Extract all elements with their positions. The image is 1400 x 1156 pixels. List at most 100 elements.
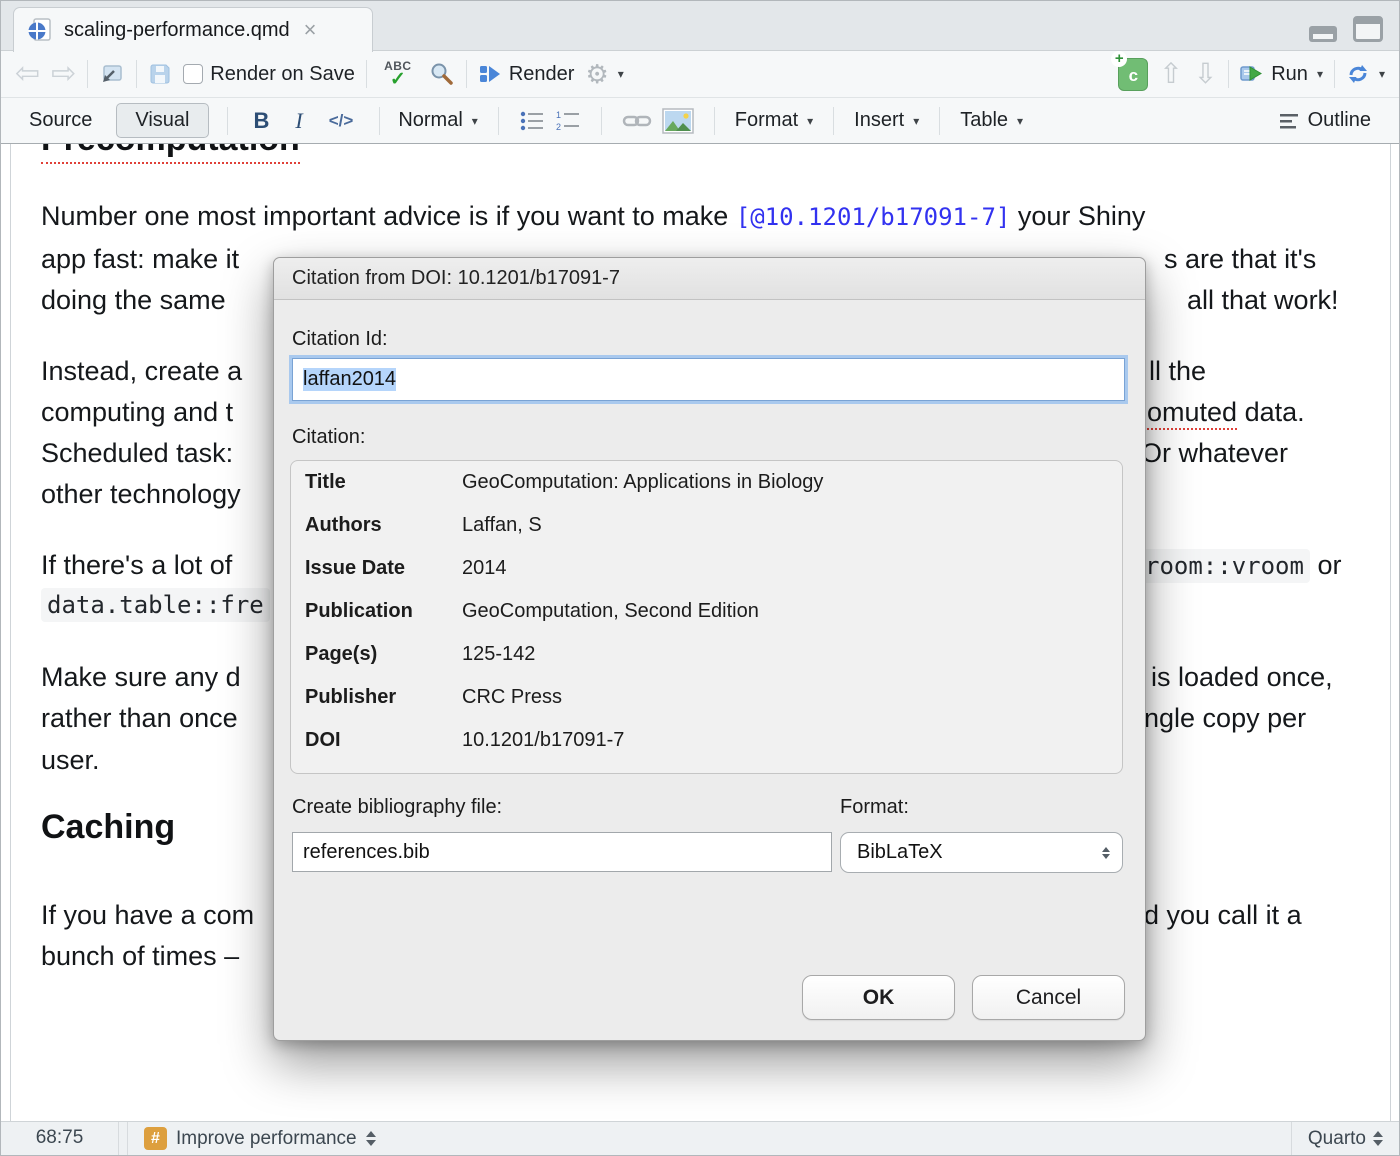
doc-line: Or whatever	[1141, 438, 1288, 469]
heading-caching: Caching	[41, 808, 175, 847]
doc-line: Scheduled task:	[41, 438, 241, 469]
format-menu[interactable]: Format ▾	[735, 109, 813, 132]
insert-chunk-button[interactable]: c +	[1118, 58, 1148, 91]
forward-icon[interactable]: ⇨	[51, 59, 76, 89]
svg-text:2: 2	[556, 122, 561, 132]
doc-line: all that work!	[1187, 285, 1339, 316]
bibliography-file-label: Create bibliography file:	[292, 796, 502, 819]
code-button[interactable]: </>	[329, 111, 354, 131]
citation-field-row: Publication GeoComputation, Second Editi…	[305, 600, 1108, 643]
table-menu[interactable]: Table ▾	[960, 109, 1023, 132]
save-icon[interactable]	[148, 62, 172, 86]
citation-field-row: Authors Laffan, S	[305, 514, 1108, 557]
doc-line: other technology	[41, 479, 241, 510]
pane-border-left	[10, 144, 11, 1121]
cancel-button[interactable]: Cancel	[972, 975, 1125, 1020]
doc-line: data.table::fre	[41, 589, 270, 620]
link-icon[interactable]	[622, 109, 652, 133]
format-label: Format:	[840, 796, 909, 819]
numbered-list-icon[interactable]: 1 2	[555, 109, 581, 133]
chevron-down-icon: ▾	[472, 114, 478, 128]
bibliography-file-input[interactable]: references.bib	[292, 832, 832, 872]
bold-button[interactable]: B	[254, 108, 270, 134]
run-next-icon[interactable]: ⇩	[1194, 60, 1217, 88]
section-navigator[interactable]: # Improve performance	[127, 1122, 392, 1155]
doc-line: ngle copy per	[1144, 703, 1306, 734]
maximize-icon[interactable]	[1353, 16, 1383, 42]
doc-line: d you call it a	[1144, 900, 1302, 931]
outline-label: Outline	[1308, 109, 1371, 132]
citation-label: Citation:	[292, 426, 365, 449]
source-rerun-button[interactable]: ▾	[1346, 62, 1385, 86]
doc-line: user.	[41, 745, 100, 776]
main-toolbar: ⇦ ⇨ Render on Save ABC ✓	[1, 51, 1399, 98]
section-name: Improve performance	[176, 1128, 357, 1150]
doc-line: s are that it's	[1164, 244, 1316, 275]
insert-menu[interactable]: Insert ▾	[854, 109, 919, 132]
citation-field-row: Title GeoComputation: Applications in Bi…	[305, 471, 1108, 514]
engine-chevrons-icon	[1373, 1131, 1383, 1146]
divider	[1228, 60, 1229, 88]
doc-line: bunch of times –	[41, 941, 239, 972]
bullet-list-icon[interactable]	[519, 109, 545, 133]
doc-line: computing and t	[41, 397, 233, 428]
doc-line: room::vroom or	[1139, 550, 1341, 581]
doc-line: If there's a lot of	[41, 550, 232, 581]
gear-icon: ⚙	[585, 61, 608, 87]
divider	[87, 60, 88, 88]
plus-icon: +	[1111, 51, 1127, 67]
citation-field-row: Issue Date 2014	[305, 557, 1108, 600]
citation-id-label: Citation Id:	[292, 328, 388, 351]
tab-close-icon[interactable]: ×	[304, 17, 317, 43]
source-mode-button[interactable]: Source	[29, 109, 92, 132]
doc-line: doing the same	[41, 285, 233, 316]
divider	[366, 60, 367, 88]
spellcheck-icon[interactable]: ABC ✓	[378, 60, 418, 89]
pane-border-right	[1390, 144, 1391, 1121]
doc-line: is loaded once,	[1151, 662, 1333, 693]
citation-id-input[interactable]: laffan2014	[292, 358, 1125, 401]
image-icon[interactable]	[662, 108, 694, 134]
render-options-button[interactable]: ⚙ ▾	[585, 61, 623, 87]
doc-line: Number one most important advice is if y…	[41, 201, 1145, 232]
render-on-save-toggle[interactable]: Render on Save	[183, 63, 355, 86]
doc-line: Instead, create a	[41, 356, 242, 387]
svg-text:1: 1	[556, 110, 561, 120]
doc-line: app fast: make it	[41, 244, 239, 275]
divider	[833, 107, 834, 135]
render-on-save-checkbox[interactable]	[183, 64, 203, 84]
italic-button[interactable]: I	[295, 108, 302, 134]
doc-line: Make sure any d	[41, 662, 241, 693]
tab-scaling-performance[interactable]: scaling-performance.qmd ×	[13, 7, 373, 52]
engine-name: Quarto	[1308, 1128, 1366, 1150]
chevron-down-icon: ▾	[1379, 67, 1385, 81]
document-type-selector[interactable]: Quarto	[1291, 1122, 1399, 1155]
minimize-icon[interactable]	[1309, 26, 1337, 42]
outline-toggle[interactable]: Outline	[1277, 109, 1371, 132]
render-button[interactable]: Render	[478, 62, 575, 86]
doc-line: rather than once	[41, 703, 238, 734]
divider	[227, 107, 228, 135]
outline-icon	[1277, 111, 1301, 131]
back-icon[interactable]: ⇦	[15, 59, 40, 89]
render-on-save-label: Render on Save	[210, 63, 355, 86]
heading-hash-icon: #	[144, 1127, 167, 1150]
run-label: Run	[1271, 63, 1308, 86]
citation-field-row: Page(s) 125-142	[305, 643, 1108, 686]
citation-token[interactable]: [@10.1201/b17091-7]	[736, 203, 1011, 231]
divider	[714, 107, 715, 135]
ok-button[interactable]: OK	[802, 975, 955, 1020]
citation-from-doi-dialog: Citation from DOI: 10.1201/b17091-7 Cita…	[273, 257, 1146, 1041]
render-label: Render	[509, 63, 575, 86]
search-icon[interactable]	[429, 61, 455, 87]
format-select[interactable]: BibLaTeX	[840, 832, 1123, 873]
paragraph-style-dropdown[interactable]: Normal ▾	[398, 109, 477, 132]
divider	[379, 107, 380, 135]
run-previous-icon[interactable]: ⇧	[1159, 60, 1182, 88]
open-in-new-window-icon[interactable]	[99, 61, 125, 87]
chevron-down-icon: ▾	[618, 67, 624, 81]
inline-code: data.table::fre	[41, 588, 270, 622]
run-button[interactable]: Run ▾	[1240, 63, 1323, 86]
cursor-position[interactable]: 68:75	[1, 1122, 119, 1155]
visual-mode-button[interactable]: Visual	[116, 103, 208, 138]
